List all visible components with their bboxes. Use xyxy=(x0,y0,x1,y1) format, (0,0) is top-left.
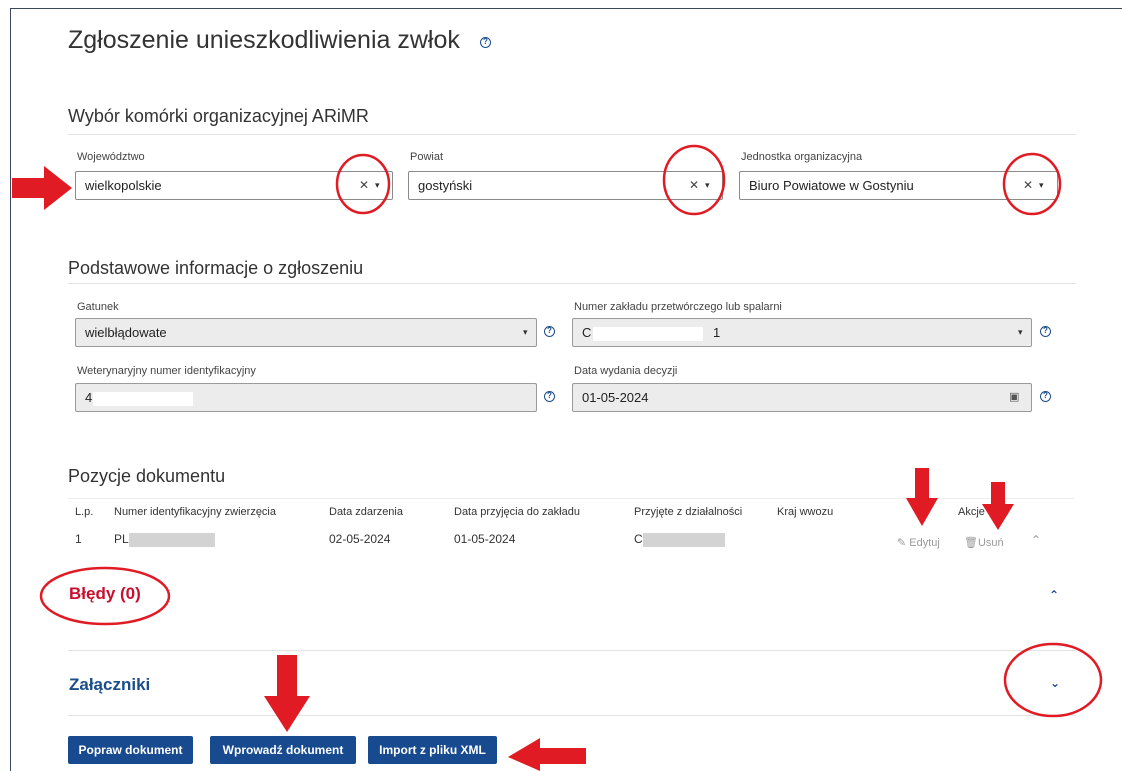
chevron-down-icon[interactable]: ▾ xyxy=(1018,319,1023,346)
species-value: wielbłądowate xyxy=(85,325,167,340)
divider xyxy=(68,650,1076,651)
fix-document-button[interactable]: Popraw dokument xyxy=(68,736,193,764)
delete-button[interactable]: 🗑Usuń xyxy=(964,536,1004,549)
county-label: Powiat xyxy=(410,151,444,163)
col-header-import-country: Kraj wwozu xyxy=(777,506,834,518)
plant-number-prefix: C xyxy=(582,325,592,340)
positions-title: Pozycje dokumentu xyxy=(68,466,226,486)
chevron-down-icon[interactable]: ▾ xyxy=(523,319,528,346)
question-circle-icon[interactable]: ? xyxy=(544,326,555,337)
page-title: Zgłoszenie unieszkodliwienia zwłok xyxy=(68,26,460,54)
col-header-actions: Akcje xyxy=(958,506,985,518)
vet-number-input[interactable]: 4 xyxy=(75,383,537,412)
voivodeship-label: Województwo xyxy=(77,151,145,163)
col-header-accept-date: Data przyjęcia do zakładu xyxy=(454,506,580,518)
species-label: Gatunek xyxy=(77,301,119,313)
col-header-event-date: Data zdarzenia xyxy=(329,506,403,518)
org-section-title: Wybór komórki organizacyjnej ARiMR xyxy=(68,106,369,126)
chevron-down-icon[interactable]: ▾ xyxy=(1039,172,1044,199)
chevron-up-icon[interactable]: ⌃ xyxy=(1031,533,1041,547)
row-animal-id: PL xyxy=(114,532,215,547)
county-value: gostyński xyxy=(418,178,473,193)
divider xyxy=(68,134,1076,135)
row-lp: 1 xyxy=(75,532,82,546)
chevron-down-icon[interactable]: ▾ xyxy=(705,172,710,199)
clear-icon[interactable]: ✕ xyxy=(689,172,699,199)
trash-icon: 🗑 xyxy=(964,537,978,549)
row-accept-date: 01-05-2024 xyxy=(454,532,516,546)
clear-icon[interactable]: ✕ xyxy=(1023,172,1033,199)
unit-select[interactable]: Biuro Powiatowe w Gostyniu ✕ ▾ xyxy=(739,171,1058,200)
question-circle-icon[interactable]: ? xyxy=(544,391,555,402)
col-header-animal-id: Numer identyfikacyjny zwierzęcia xyxy=(114,506,276,518)
voivodeship-value: wielkopolskie xyxy=(85,178,162,193)
decision-date-input[interactable]: 01-05-2024 ▣ xyxy=(572,383,1032,412)
question-circle-icon[interactable]: ? xyxy=(480,37,491,48)
redaction-mask xyxy=(642,532,725,547)
plant-number-label: Numer zakładu przetwórczego lub spalarni xyxy=(574,301,782,313)
unit-label: Jednostka organizacyjna xyxy=(741,151,863,163)
errors-title[interactable]: Błędy (0) xyxy=(69,584,141,604)
divider xyxy=(68,715,1076,716)
chevron-up-icon[interactable]: ⌃ xyxy=(1049,588,1059,602)
species-select[interactable]: wielbłądowate ▾ xyxy=(75,318,537,347)
redaction-mask xyxy=(93,391,194,406)
col-header-from-holding: Przyjęte z działalności xyxy=(634,506,743,518)
voivodeship-select[interactable]: wielkopolskie ✕ ▾ xyxy=(75,171,393,200)
decision-date-label: Data wydania decyzji xyxy=(574,365,678,377)
row-from-holding: C xyxy=(634,532,725,547)
plant-number-select[interactable]: C 1 ▾ xyxy=(572,318,1032,347)
attachments-title[interactable]: Załączniki xyxy=(69,675,150,695)
basic-section-title: Podstawowe informacje o zgłoszeniu xyxy=(68,258,364,278)
submit-document-button[interactable]: Wprowadź dokument xyxy=(210,736,356,764)
county-select[interactable]: gostyński ✕ ▾ xyxy=(408,171,723,200)
vet-number-label: Weterynaryjny numer identyfikacyjny xyxy=(77,365,256,377)
plant-number-suffix: 1 xyxy=(713,325,721,340)
redaction-mask xyxy=(128,532,215,547)
decision-date-value: 01-05-2024 xyxy=(582,390,649,405)
calendar-icon[interactable]: ▣ xyxy=(1009,384,1019,411)
redaction-mask xyxy=(593,326,704,341)
pencil-icon: ✎ xyxy=(897,537,910,549)
row-event-date: 02-05-2024 xyxy=(329,532,391,546)
unit-value: Biuro Powiatowe w Gostyniu xyxy=(749,178,914,193)
edit-button[interactable]: ✎ Edytuj xyxy=(897,536,940,549)
clear-icon[interactable]: ✕ xyxy=(359,172,369,199)
chevron-down-icon[interactable]: ⌄ xyxy=(1050,676,1060,690)
vet-number-prefix: 4 xyxy=(85,390,93,405)
question-circle-icon[interactable]: ? xyxy=(1040,391,1051,402)
divider xyxy=(68,283,1076,284)
import-xml-button[interactable]: Import z pliku XML xyxy=(368,736,497,764)
divider xyxy=(68,498,1074,499)
question-circle-icon[interactable]: ? xyxy=(1040,326,1051,337)
col-header-lp: L.p. xyxy=(75,506,94,518)
chevron-down-icon[interactable]: ▾ xyxy=(375,172,380,199)
